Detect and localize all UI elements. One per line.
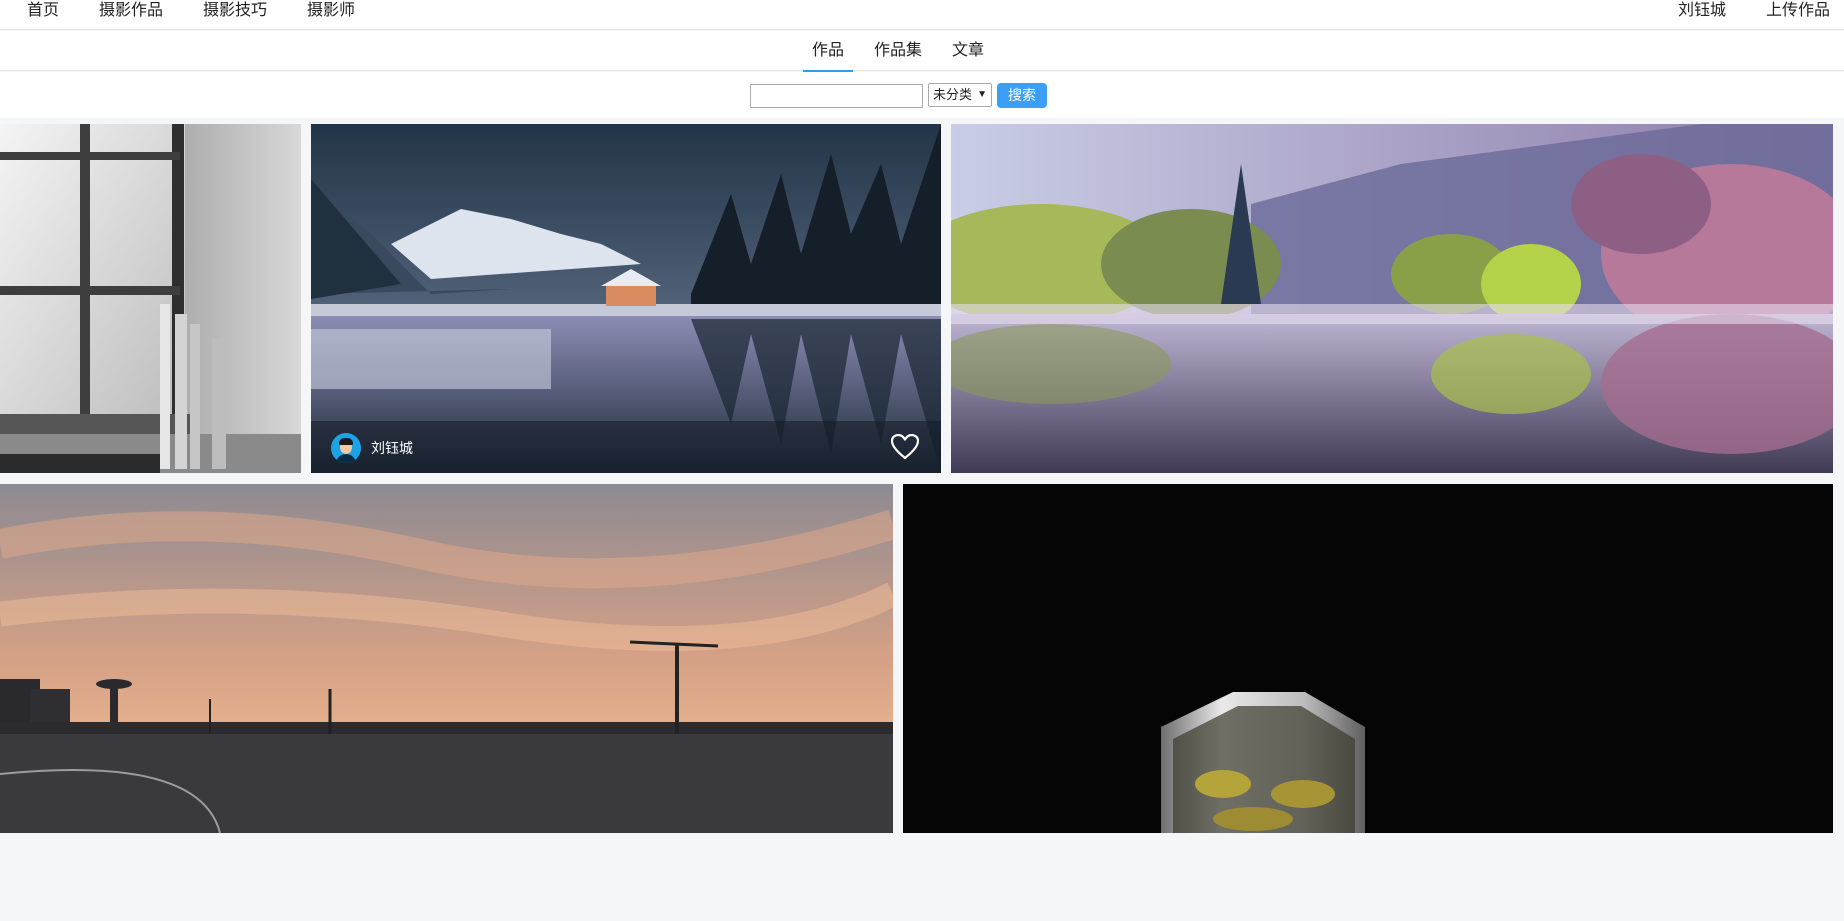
photo-card-lake-cabin[interactable]: 刘钰城 (311, 124, 941, 473)
photo-misty-lake (951, 124, 1833, 473)
nav-photo-tips[interactable]: 摄影技巧 (203, 0, 267, 22)
dropdown-arrow-icon: ▼ (977, 89, 987, 100)
nav-user-profile[interactable]: 刘钰城 (1678, 0, 1726, 22)
photo-card-sunset-road[interactable] (0, 484, 893, 833)
tab-collections[interactable]: 作品集 (874, 31, 922, 71)
top-navigation: 首页 摄影作品 摄影技巧 摄影师 刘钰城 上传作品 (0, 0, 1844, 30)
photo-glass-cup (903, 484, 1833, 833)
photo-window (0, 124, 301, 473)
photo-card-misty-lake[interactable] (951, 124, 1833, 473)
photo-card-window[interactable] (0, 124, 301, 473)
photo-sunset-road (0, 484, 893, 833)
content-tabs: 作品 作品集 文章 (0, 31, 1844, 72)
category-selected-value: 未分类 (933, 87, 973, 102)
photo-card-glass-cup[interactable] (903, 484, 1833, 833)
author-name[interactable]: 刘钰城 (371, 438, 413, 458)
search-button[interactable]: 搜索 (997, 83, 1047, 108)
nav-home[interactable]: 首页 (27, 0, 59, 22)
nav-photographers[interactable]: 摄影师 (307, 0, 355, 22)
author-overlay: 刘钰城 (311, 421, 941, 473)
upload-works-link[interactable]: 上传作品 (1766, 0, 1830, 22)
search-bar: 未分类 ▼ 搜索 (0, 72, 1844, 118)
search-input[interactable] (750, 84, 923, 108)
tab-works[interactable]: 作品 (802, 31, 854, 72)
nav-photo-works[interactable]: 摄影作品 (99, 0, 163, 22)
category-select[interactable]: 未分类 ▼ (928, 83, 992, 107)
author-avatar[interactable] (331, 433, 361, 463)
heart-icon[interactable] (891, 434, 919, 460)
tab-articles[interactable]: 文章 (952, 31, 984, 71)
